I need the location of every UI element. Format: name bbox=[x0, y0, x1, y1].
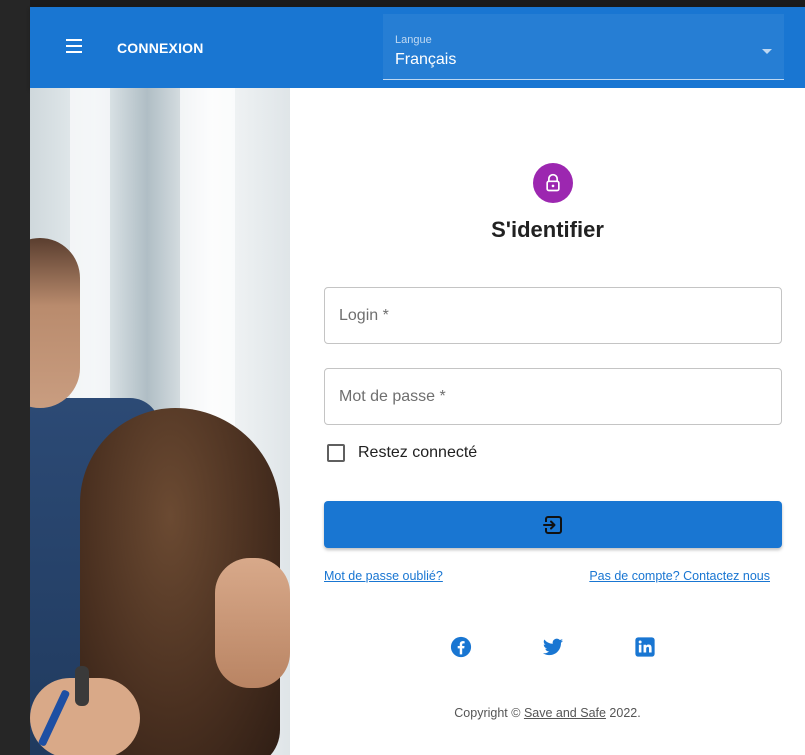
company-link[interactable]: Save and Safe bbox=[524, 706, 606, 720]
login-field[interactable] bbox=[324, 287, 782, 344]
copyright-footer: Copyright © Save and Safe 2022. bbox=[290, 706, 805, 720]
forgot-password-link[interactable]: Mot de passe oublié? bbox=[324, 569, 443, 583]
left-window-edge bbox=[0, 0, 30, 755]
login-input[interactable] bbox=[325, 288, 781, 343]
social-links bbox=[290, 636, 805, 660]
language-select-label: Langue bbox=[395, 34, 432, 46]
copyright-prefix: Copyright © bbox=[454, 706, 524, 720]
linkedin-icon[interactable] bbox=[634, 636, 656, 658]
twitter-icon[interactable] bbox=[542, 636, 564, 658]
copyright-suffix: 2022. bbox=[605, 706, 641, 720]
chevron-down-icon bbox=[762, 49, 772, 54]
remember-me-checkbox[interactable] bbox=[327, 444, 345, 462]
password-input[interactable] bbox=[325, 369, 781, 424]
language-select-value: Français bbox=[395, 51, 457, 68]
app-bar-title: CONNEXION bbox=[117, 40, 204, 56]
facebook-icon[interactable] bbox=[450, 636, 472, 658]
lock-icon bbox=[533, 163, 573, 203]
remember-me-label: Restez connecté bbox=[358, 444, 478, 461]
page-title: S'identifier bbox=[491, 217, 604, 242]
language-select[interactable]: Langue Français bbox=[383, 14, 784, 80]
login-icon bbox=[543, 515, 562, 534]
login-button[interactable] bbox=[324, 501, 782, 548]
menu-icon[interactable] bbox=[63, 36, 85, 58]
app-bar: CONNEXION Langue Français bbox=[30, 7, 805, 88]
hero-photo bbox=[30, 88, 290, 755]
window-top-edge bbox=[30, 0, 805, 7]
contact-link[interactable]: Pas de compte? Contactez nous bbox=[589, 569, 770, 583]
password-field[interactable] bbox=[324, 368, 782, 425]
remember-me[interactable]: Restez connecté bbox=[324, 444, 477, 462]
